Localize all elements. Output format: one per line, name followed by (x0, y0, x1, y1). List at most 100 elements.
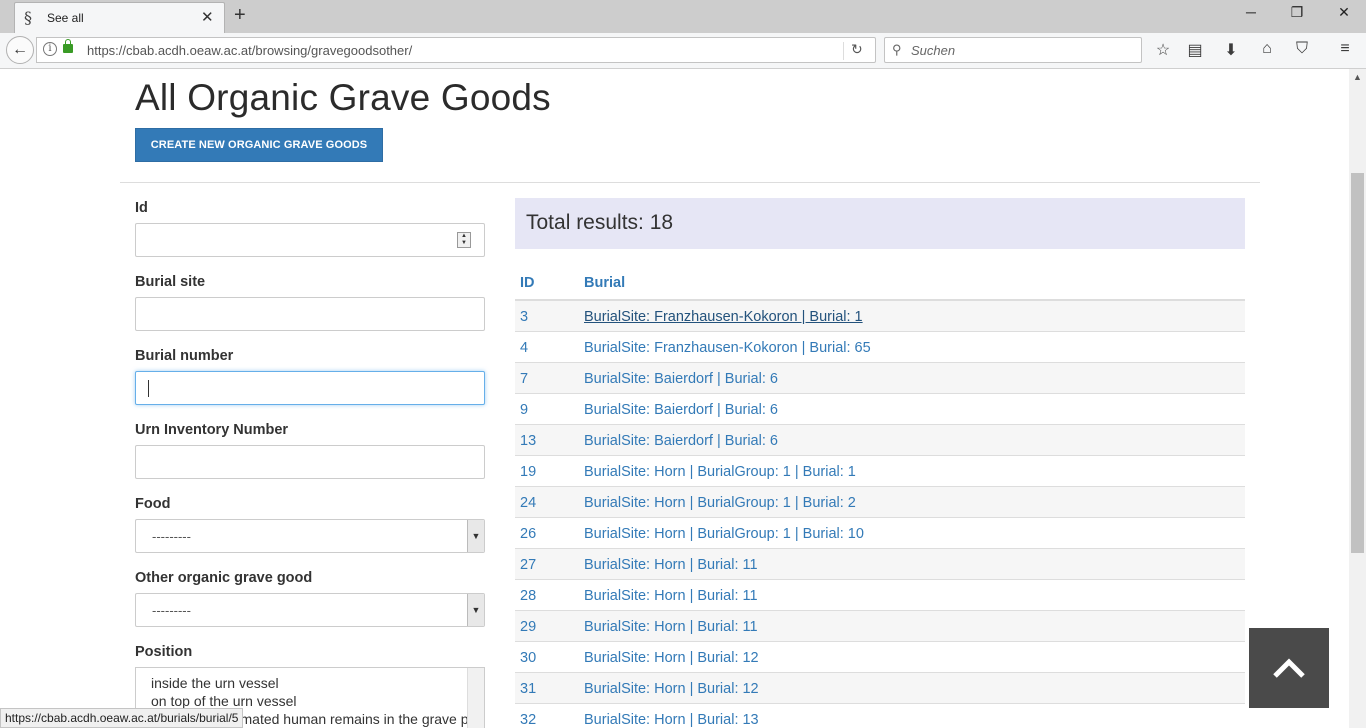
row-id-link[interactable]: 29 (520, 619, 536, 635)
row-id-link[interactable]: 31 (520, 681, 536, 697)
food-label: Food (135, 496, 171, 512)
url-text[interactable]: https://cbab.acdh.oeaw.ac.at/browsing/gr… (87, 43, 412, 58)
row-burial-link[interactable]: BurialSite: Horn | BurialGroup: 1 | Buri… (584, 464, 856, 480)
info-icon[interactable]: i (43, 42, 57, 56)
table-row: 30 BurialSite: Horn | Burial: 12 (515, 642, 1245, 673)
chevron-up-icon (1271, 650, 1307, 686)
urn-inventory-input[interactable] (135, 445, 485, 479)
row-burial-link[interactable]: BurialSite: Baierdorf | Burial: 6 (584, 402, 778, 418)
row-burial-link[interactable]: BurialSite: Franzhausen-Kokoron | Burial… (584, 309, 863, 325)
page-scrollbar[interactable]: ▲ (1349, 69, 1366, 728)
row-burial-link[interactable]: BurialSite: Horn | BurialGroup: 1 | Buri… (584, 495, 856, 511)
row-burial-link[interactable]: BurialSite: Horn | Burial: 11 (584, 557, 758, 573)
star-icon[interactable]: ☆ (1152, 40, 1174, 60)
burial-site-label: Burial site (135, 274, 206, 290)
table-row: 27 BurialSite: Horn | Burial: 11 (515, 549, 1245, 580)
reload-icon[interactable]: ↻ (851, 41, 863, 58)
row-burial-link[interactable]: BurialSite: Horn | BurialGroup: 1 | Buri… (584, 526, 864, 542)
column-header-burial[interactable]: Burial (584, 275, 625, 291)
new-tab-icon[interactable]: + (234, 4, 246, 27)
total-results: Total results: 18 (526, 211, 674, 234)
other-organic-select[interactable]: --------- ▼ (135, 593, 485, 627)
listbox-scrollbar[interactable] (467, 668, 484, 728)
status-bar-url: https://cbab.acdh.oeaw.ac.at/burials/bur… (0, 708, 244, 728)
burial-number-input[interactable] (135, 371, 485, 405)
table-row: 26 BurialSite: Horn | BurialGroup: 1 | Bu… (515, 518, 1245, 549)
table-row: 24 BurialSite: Horn | BurialGroup: 1 | Bu… (515, 487, 1245, 518)
id-label: Id (135, 200, 148, 216)
tab-close-icon[interactable]: ✕ (201, 8, 214, 26)
table-row: 28 BurialSite: Horn | Burial: 11 (515, 580, 1245, 611)
page-title: All Organic Grave Goods (135, 77, 551, 118)
row-id-link[interactable]: 27 (520, 557, 536, 573)
search-icon: ⚲ (892, 42, 902, 57)
back-to-top-button[interactable] (1249, 628, 1329, 708)
navigation-toolbar: ← i https://cbab.acdh.oeaw.ac.at/browsin… (0, 33, 1366, 69)
window-close-icon[interactable]: ✕ (1329, 4, 1359, 21)
restore-icon[interactable]: ❐ (1282, 4, 1312, 21)
download-icon[interactable]: ⬇ (1220, 40, 1242, 60)
row-id-link[interactable]: 32 (520, 712, 536, 728)
menu-icon[interactable]: ≡ (1334, 40, 1356, 58)
create-new-button[interactable]: CREATE NEW ORGANIC GRAVE GOODS (135, 128, 383, 162)
text-caret (148, 380, 149, 397)
row-id-link[interactable]: 30 (520, 650, 536, 666)
row-id-link[interactable]: 26 (520, 526, 536, 542)
scroll-up-icon[interactable]: ▲ (1353, 72, 1362, 82)
row-burial-link[interactable]: BurialSite: Horn | Burial: 11 (584, 619, 758, 635)
chevron-down-icon[interactable]: ▼ (467, 520, 484, 552)
table-row: 4 BurialSite: Franzhausen-Kokoron | Buria… (515, 332, 1245, 363)
table-row: 32 BurialSite: Horn | Burial: 13 (515, 704, 1245, 728)
pocket-icon[interactable]: ⛉ (1291, 40, 1313, 58)
search-bar[interactable]: ⚲ Suchen (884, 37, 1142, 63)
position-label: Position (135, 644, 193, 660)
other-organic-label: Other organic grave good (135, 570, 313, 586)
row-burial-link[interactable]: BurialSite: Horn | Burial: 11 (584, 588, 758, 604)
row-burial-link[interactable]: BurialSite: Baierdorf | Burial: 6 (584, 433, 778, 449)
table-row: 29 BurialSite: Horn | Burial: 11 (515, 611, 1245, 642)
row-id-link[interactable]: 9 (520, 402, 528, 418)
row-id-link[interactable]: 28 (520, 588, 536, 604)
url-divider (843, 42, 844, 60)
back-icon[interactable]: ← (6, 36, 34, 64)
site-favicon-icon: § (24, 8, 32, 27)
food-select[interactable]: --------- ▼ (135, 519, 485, 553)
row-id-link[interactable]: 4 (520, 340, 528, 356)
row-burial-link[interactable]: BurialSite: Horn | Burial: 12 (584, 650, 759, 666)
divider (120, 182, 1260, 183)
scrollbar-thumb[interactable] (1351, 173, 1364, 553)
address-bar[interactable]: i https://cbab.acdh.oeaw.ac.at/browsing/… (36, 37, 876, 63)
table-row: 13 BurialSite: Baierdorf | Burial: 6 (515, 425, 1245, 456)
position-option[interactable]: on top of the urn vessel (151, 693, 297, 709)
number-spinner-icon[interactable]: ▲ ▼ (457, 232, 471, 248)
row-id-link[interactable]: 13 (520, 433, 536, 449)
table-row: 7 BurialSite: Baierdorf | Burial: 6 (515, 363, 1245, 394)
chevron-down-icon[interactable]: ▼ (467, 594, 484, 626)
reading-list-icon[interactable]: ▤ (1184, 40, 1206, 60)
tab-title: See all (47, 11, 84, 25)
row-id-link[interactable]: 3 (520, 309, 528, 325)
row-burial-link[interactable]: BurialSite: Franzhausen-Kokoron | Burial… (584, 340, 871, 356)
burial-site-input[interactable] (135, 297, 485, 331)
browser-tab[interactable]: § See all ✕ (14, 2, 225, 33)
table-row: 19 BurialSite: Horn | BurialGroup: 1 | Bu… (515, 456, 1245, 487)
urn-inventory-label: Urn Inventory Number (135, 422, 289, 438)
page-viewport: All Organic Grave Goods CREATE NEW ORGAN… (0, 69, 1349, 728)
results-summary: Total results: 18 (515, 198, 1245, 249)
row-burial-link[interactable]: BurialSite: Baierdorf | Burial: 6 (584, 371, 778, 387)
row-id-link[interactable]: 19 (520, 464, 536, 480)
column-header-id[interactable]: ID (520, 275, 535, 291)
row-burial-link[interactable]: BurialSite: Horn | Burial: 12 (584, 681, 759, 697)
table-row: 9 BurialSite: Baierdorf | Burial: 6 (515, 394, 1245, 425)
home-icon[interactable]: ⌂ (1256, 40, 1278, 58)
burial-number-label: Burial number (135, 348, 234, 364)
search-placeholder: Suchen (911, 43, 956, 58)
row-id-link[interactable]: 7 (520, 371, 528, 387)
minimize-icon[interactable]: ─ (1236, 4, 1266, 20)
row-id-link[interactable]: 24 (520, 495, 536, 511)
id-input[interactable]: ▲ ▼ (135, 223, 485, 257)
table-row: 3 BurialSite: Franzhausen-Kokoron | Buria… (515, 301, 1245, 332)
food-select-value: --------- (152, 529, 191, 544)
row-burial-link[interactable]: BurialSite: Horn | Burial: 13 (584, 712, 759, 728)
position-option[interactable]: inside the urn vessel (151, 675, 279, 691)
